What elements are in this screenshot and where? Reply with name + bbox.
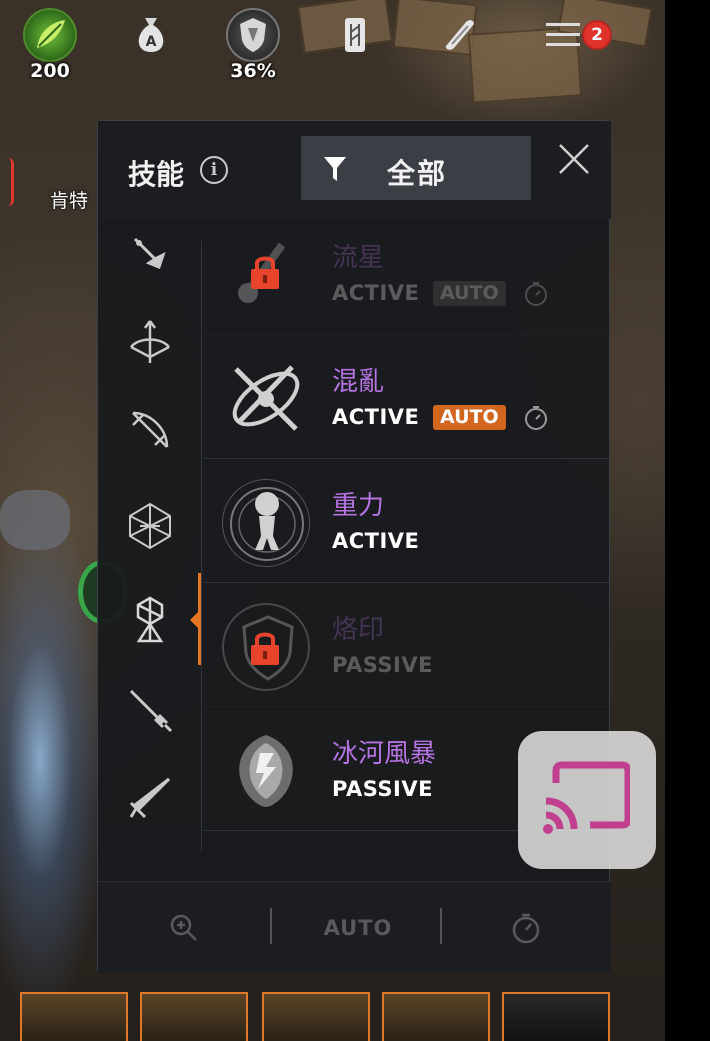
skill-type: PASSIVE [332, 653, 433, 677]
panel-footer: AUTO [98, 881, 611, 973]
screen-edge [665, 0, 710, 1041]
rune-totem-icon [136, 596, 164, 643]
money-bag-icon: A [124, 8, 178, 62]
auto-label: AUTO [323, 916, 393, 940]
skill-name: 重力 [332, 491, 385, 521]
target-marker [0, 158, 14, 206]
item-slot-2[interactable] [140, 992, 248, 1041]
skill-type: ACTIVE [332, 529, 420, 553]
skill-name: 混亂 [332, 367, 385, 397]
scroll-icon [432, 8, 486, 62]
category-tab-3[interactable] [98, 387, 202, 473]
filter-icon [324, 157, 346, 181]
bow-arrow-icon [130, 320, 170, 363]
item-slot-5[interactable] [502, 992, 610, 1041]
category-tab-4[interactable] [98, 483, 202, 569]
timer-icon[interactable] [524, 405, 548, 431]
active-category-arrow [190, 611, 199, 629]
item-slot-3[interactable] [262, 992, 370, 1041]
footer-separator [270, 908, 272, 944]
timer-button[interactable] [508, 908, 544, 948]
close-icon [559, 144, 589, 174]
auto-tag[interactable]: AUTO [433, 405, 506, 430]
lock-icon [251, 256, 279, 289]
zoom-icon [170, 914, 197, 941]
category-tab-6[interactable] [98, 667, 202, 753]
timer-icon [512, 913, 540, 944]
glacial-storm-skill-icon [222, 727, 310, 815]
lock-icon [251, 632, 279, 665]
skill-name: 烙印 [332, 615, 385, 645]
meteor-arrow-icon [133, 237, 166, 269]
item-slot-1[interactable] [20, 992, 128, 1041]
hud-quest[interactable] [424, 8, 494, 62]
skill-name: 流星 [332, 243, 385, 273]
panel-header: 技能 i 全部 [98, 121, 611, 219]
skill-name: 冰河風暴 [332, 739, 437, 769]
filter-button[interactable]: 全部 [301, 136, 531, 200]
dagger-icon [129, 777, 171, 819]
category-tab-5[interactable] [98, 577, 202, 663]
rune-tablet-icon [328, 8, 382, 62]
hud-rune[interactable] [320, 8, 390, 62]
panel-title: 技能 [128, 158, 185, 191]
polyhedron-icon [129, 502, 171, 550]
auto-button[interactable]: AUTO [303, 908, 413, 948]
sword-icon [129, 689, 173, 733]
filter-label: 全部 [387, 157, 448, 190]
shield-icon [226, 8, 280, 62]
category-tab-2[interactable] [98, 299, 202, 385]
skill-type: ACTIVE [332, 405, 420, 429]
skill-type: PASSIVE [332, 777, 433, 801]
skill-type: ACTIVE [332, 281, 420, 305]
hud-energy[interactable]: 200 [15, 8, 85, 82]
hud-shop[interactable]: A [116, 8, 186, 62]
category-tab-1[interactable] [98, 213, 202, 299]
crossbow-icon [132, 411, 169, 448]
timer-icon [525, 282, 547, 306]
info-icon[interactable]: i [200, 156, 228, 184]
footer-separator [440, 908, 442, 944]
close-button[interactable] [556, 141, 592, 177]
cast-button[interactable] [518, 731, 656, 869]
auto-tag: AUTO [433, 281, 506, 306]
npc-name: 肯特 [50, 190, 89, 212]
item-slot-4[interactable] [382, 992, 490, 1041]
category-tab-7[interactable] [98, 755, 202, 841]
zoom-button[interactable] [164, 908, 204, 948]
leaf-icon [23, 8, 77, 62]
svg-text:A: A [146, 34, 157, 50]
defense-value: 36% [230, 60, 276, 82]
chaos-skill-icon [222, 355, 310, 443]
skill-row-chaos[interactable]: 混亂 ACTIVE AUTO [204, 335, 609, 459]
hud-defense[interactable]: 36% [218, 8, 288, 82]
cast-icon [543, 761, 630, 834]
gravity-skill-icon [222, 479, 310, 567]
notification-badge: 2 [582, 20, 612, 50]
energy-value: 200 [30, 60, 70, 82]
skill-row-gravity[interactable]: 重力 ACTIVE [204, 459, 609, 583]
